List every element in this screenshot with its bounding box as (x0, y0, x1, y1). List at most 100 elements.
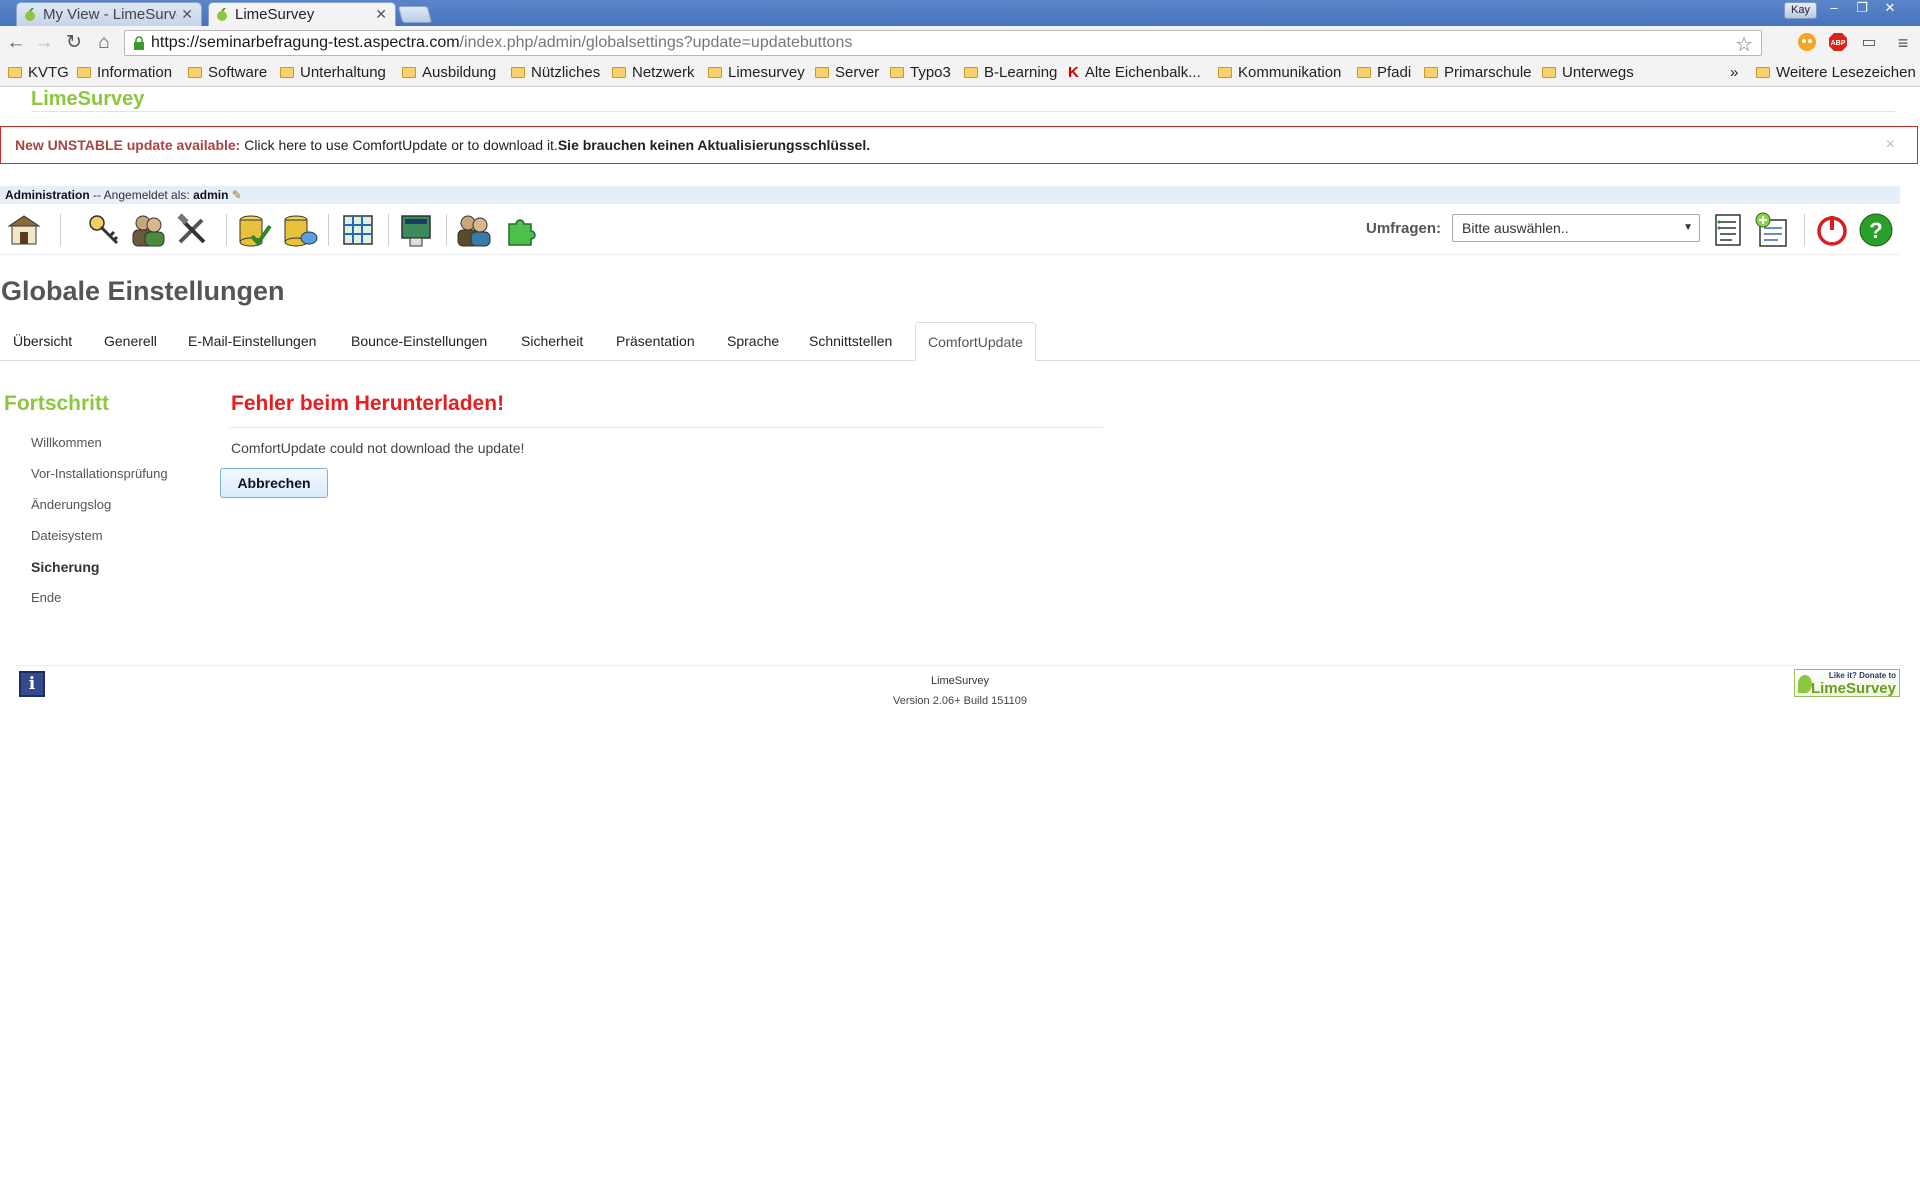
plugin-puzzle-icon[interactable] (503, 212, 539, 248)
tab-schnittstellen[interactable]: Schnittstellen (809, 322, 892, 360)
alert-link-text[interactable]: Click here to use ComfortUpdate or to do… (240, 137, 558, 153)
k-logo-icon: K (1068, 64, 1079, 81)
cancel-button[interactable]: Abbrechen (220, 468, 328, 498)
bookmark-pfadi[interactable]: Pfadi (1357, 64, 1411, 81)
bookmark-primarschule[interactable]: Primarschule (1424, 64, 1532, 81)
bookmark-limesurvey[interactable]: Limesurvey (708, 64, 805, 81)
step-aenderungslog: Änderungslog (31, 497, 112, 512)
bookmark-software[interactable]: Software (188, 64, 267, 81)
folder-icon (511, 67, 525, 78)
settings-tabs: Übersicht Generell E-Mail-Einstellungen … (0, 322, 1920, 361)
bookmark-netzwerk[interactable]: Netzwerk (612, 64, 695, 81)
grid-table-icon[interactable] (340, 212, 376, 248)
participants-icon[interactable] (456, 212, 492, 248)
minimize-icon[interactable]: – (1820, 0, 1848, 17)
folder-icon (77, 67, 91, 78)
alert-close-icon[interactable]: × (1886, 127, 1895, 163)
folder-icon (188, 67, 202, 78)
bookmark-label: Software (208, 64, 268, 81)
logout-power-icon[interactable] (1814, 212, 1850, 248)
tab-generell[interactable]: Generell (104, 322, 157, 360)
window-close-icon[interactable]: ✕ (1876, 0, 1904, 17)
tab-comfortupdate[interactable]: ComfortUpdate (915, 322, 1036, 361)
donate-badge[interactable]: Like it? Donate to LimeSurvey (1794, 669, 1900, 697)
folder-icon (1357, 67, 1371, 78)
edit-pencil-icon[interactable]: ✎ (232, 188, 242, 202)
back-arrow-icon[interactable]: ← (4, 30, 28, 56)
new-tab-button[interactable] (397, 6, 433, 23)
bookmark-alte-eichenbalk[interactable]: K Alte Eichenbalk... (1068, 64, 1201, 81)
lock-icon (134, 36, 144, 50)
bookmark-server[interactable]: Server (815, 64, 879, 81)
bookmarks-overflow-chevron[interactable]: » (1730, 64, 1738, 81)
url-host: https://seminarbefragung-test.aspectra.c… (151, 34, 460, 51)
bookmark-unterhaltung[interactable]: Unterhaltung (280, 64, 386, 81)
help-icon[interactable]: ? (1858, 212, 1894, 248)
database-sql-icon[interactable] (282, 212, 318, 248)
menu-icon[interactable]: ≡ (1892, 32, 1914, 54)
admin-bar: Administration -- Angemeldet als: admin … (0, 186, 1900, 204)
close-tab-icon[interactable]: ✕ (181, 6, 193, 23)
add-survey-icon[interactable] (1754, 212, 1790, 248)
bookmark-label: Information (97, 64, 173, 81)
toolbar-separator (446, 214, 447, 246)
tab-praesentation[interactable]: Präsentation (616, 322, 695, 360)
tab-sicherheit[interactable]: Sicherheit (521, 322, 583, 360)
settings-tools-icon[interactable] (174, 212, 210, 248)
address-bar[interactable]: https://seminarbefragung-test.aspectra.c… (124, 30, 1762, 56)
folder-icon (1218, 67, 1232, 78)
bookmark-star-icon[interactable]: ☆ (1735, 32, 1753, 57)
bookmark-nuetzliches[interactable]: Nützliches (511, 64, 600, 81)
folder-icon (1424, 67, 1438, 78)
bookmark-unterwegs[interactable]: Unterwegs (1542, 64, 1634, 81)
browser-user-badge[interactable]: Kay (1784, 2, 1817, 19)
bookmark-typo3[interactable]: Typo3 (890, 64, 951, 81)
footer-version: Version 2.06+ Build 151109 (892, 695, 1028, 707)
tab-email[interactable]: E-Mail-Einstellungen (188, 322, 316, 360)
bookmark-ausbildung[interactable]: Ausbildung (402, 64, 496, 81)
bookmark-other[interactable]: Weitere Lesezeichen (1756, 64, 1916, 81)
browser-tab-label: LimeSurvey (235, 6, 315, 23)
tab-uebersicht[interactable]: Übersicht (13, 322, 72, 360)
bookmark-kvtg[interactable]: KVTG (8, 64, 69, 81)
folder-icon (612, 67, 626, 78)
bookmark-label: Typo3 (910, 64, 951, 81)
users-icon[interactable] (130, 212, 166, 248)
progress-steps: Willkommen Vor-Installationsprüfung Ände… (31, 430, 168, 616)
brand-divider (31, 111, 1895, 112)
bookmark-label: Limesurvey (728, 64, 805, 81)
reload-icon[interactable]: ↻ (62, 30, 86, 56)
error-title: Fehler beim Herunterladen! (231, 392, 505, 415)
tab-sprache[interactable]: Sprache (727, 322, 779, 360)
close-tab-icon[interactable]: ✕ (375, 6, 387, 23)
key-icon[interactable] (86, 212, 122, 248)
home-icon[interactable] (6, 212, 42, 248)
home-icon[interactable]: ⌂ (92, 30, 116, 56)
list-surveys-icon[interactable] (1710, 212, 1746, 248)
browser-tab-my-view[interactable]: My View - LimeSurve ✕ (16, 2, 202, 26)
folder-icon (280, 67, 294, 78)
extension-orange-icon[interactable] (1796, 32, 1818, 54)
restore-icon[interactable]: ❐ (1848, 0, 1876, 17)
limesurvey-brand[interactable]: LimeSurvey (31, 88, 144, 111)
bookmark-information[interactable]: Information (77, 64, 172, 81)
tab-bounce[interactable]: Bounce-Einstellungen (351, 322, 487, 360)
toolbar-separator (388, 214, 389, 246)
template-editor-icon[interactable] (398, 212, 434, 248)
progress-title: Fortschritt (4, 392, 109, 415)
adblock-icon[interactable]: ABP (1827, 32, 1849, 54)
cast-icon[interactable]: ▭ (1858, 32, 1880, 54)
folder-icon (1542, 67, 1556, 78)
browser-tab-limesurvey[interactable]: LimeSurvey ✕ (208, 2, 396, 26)
database-check-icon[interactable] (236, 212, 272, 248)
forward-arrow-icon[interactable]: → (32, 30, 56, 56)
bookmark-label: Server (835, 64, 880, 81)
survey-select[interactable]: Bitte auswählen.. ▼ (1452, 214, 1700, 242)
bookmark-b-learning[interactable]: B-Learning (964, 64, 1057, 81)
footer-divider (16, 665, 1904, 666)
admin-username: admin (193, 188, 229, 202)
bookmark-label: Ausbildung (422, 64, 497, 81)
folder-icon (890, 67, 904, 78)
bookmark-kommunikation[interactable]: Kommunikation (1218, 64, 1341, 81)
bookmark-label: KVTG (28, 64, 69, 81)
